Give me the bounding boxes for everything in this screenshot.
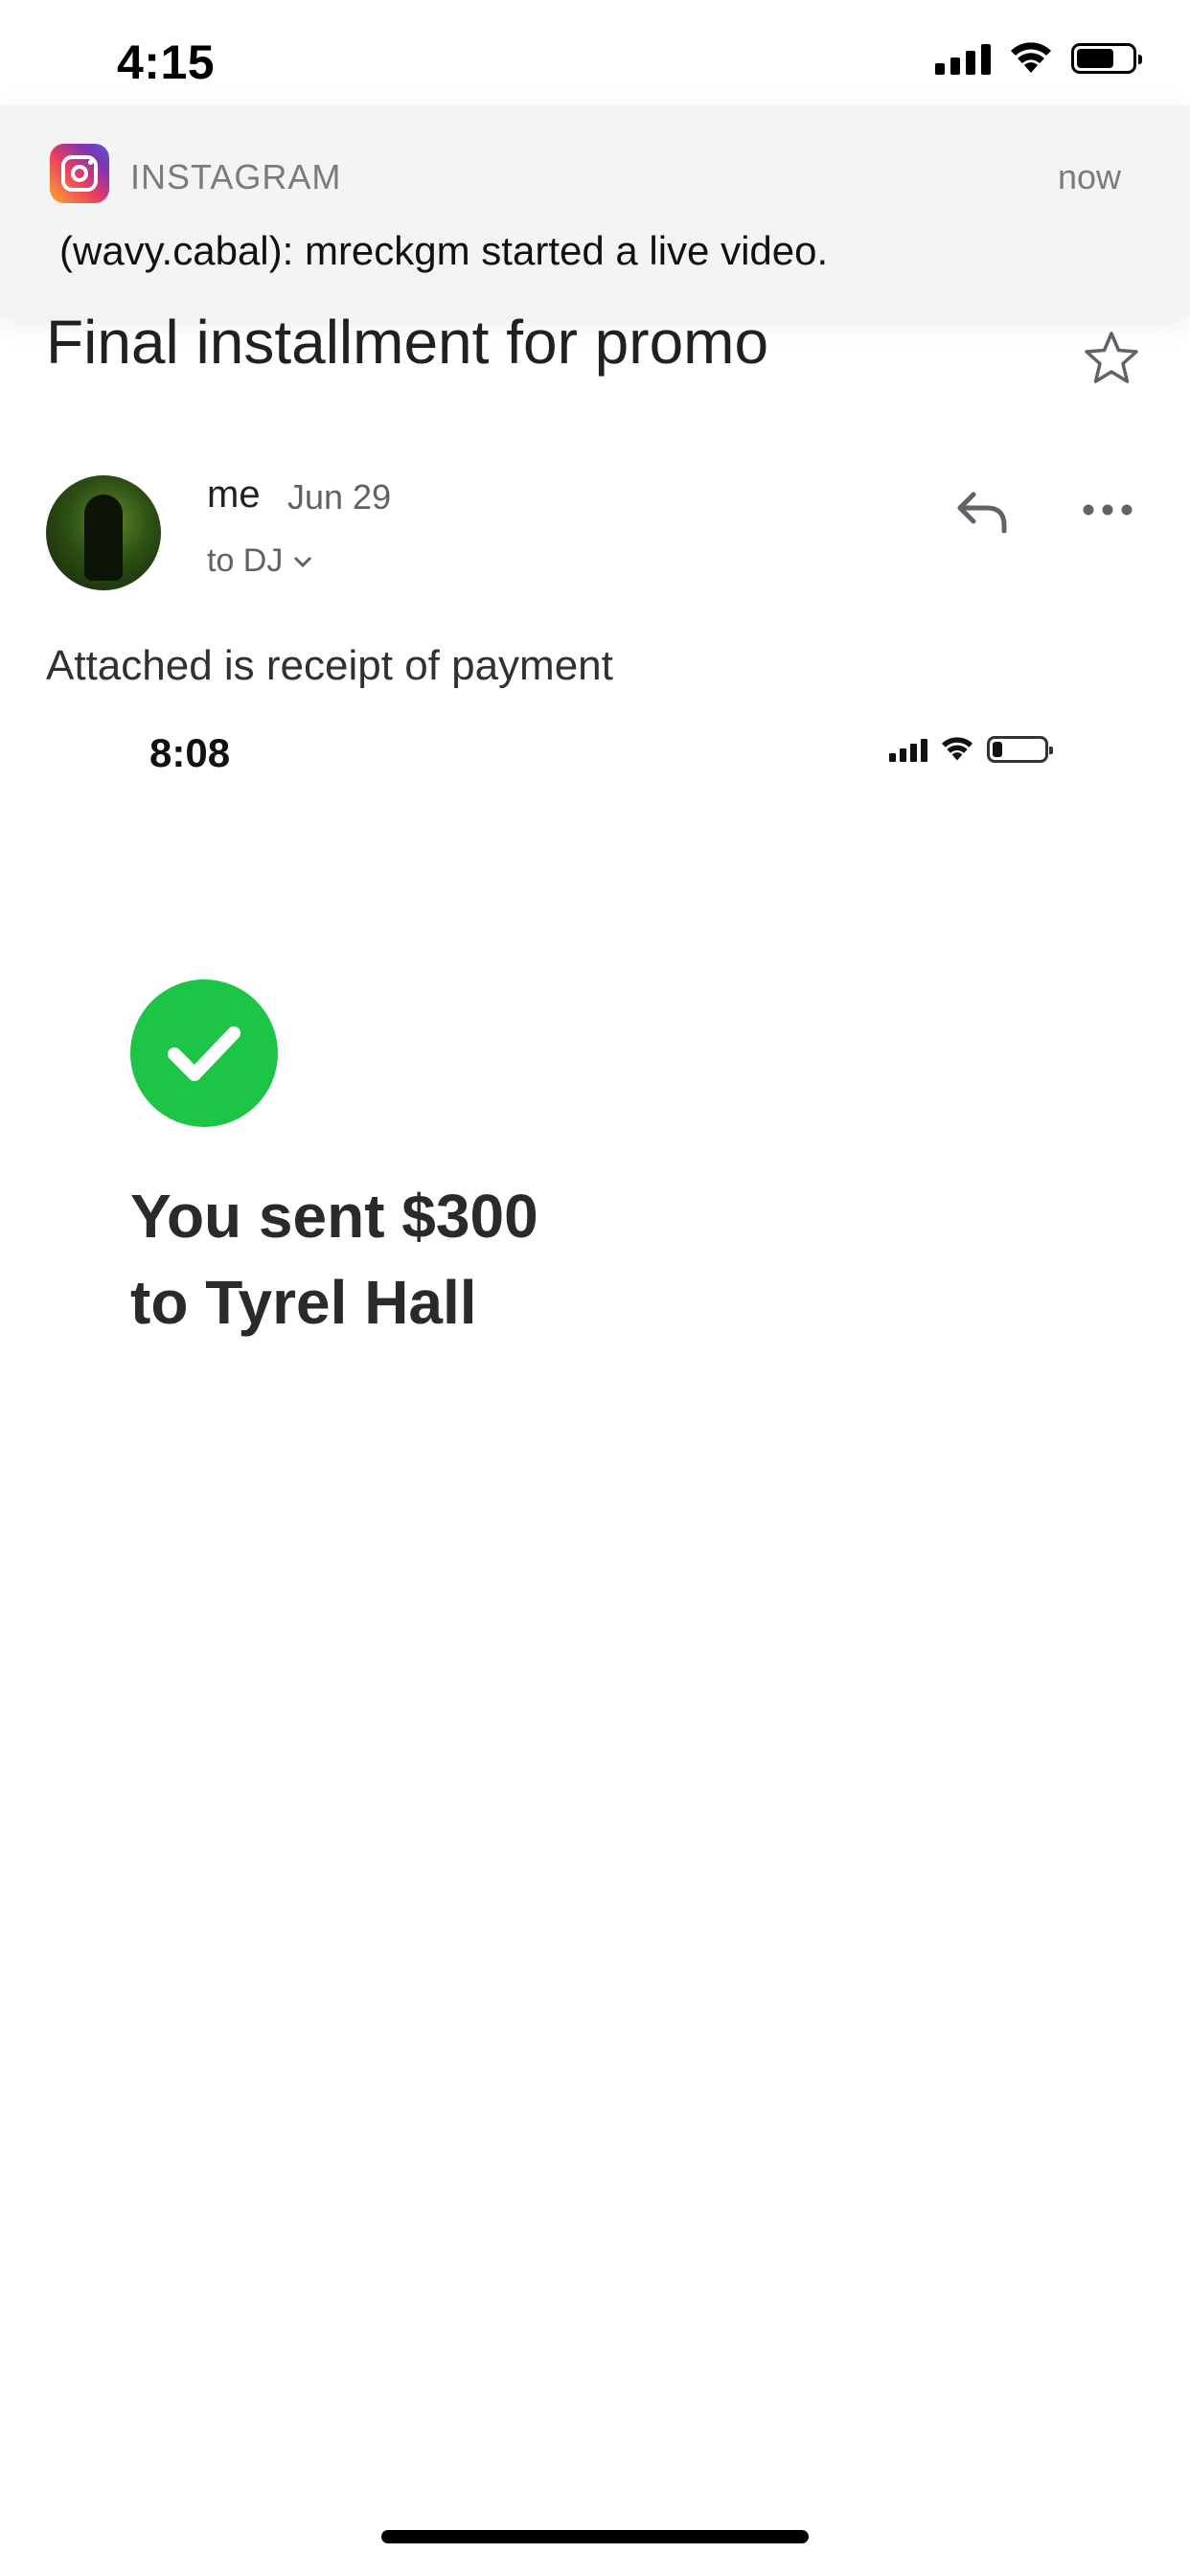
payment-confirmation: You sent $300 to Tyrel Hall [130,1173,538,1346]
wifi-icon [941,737,973,761]
notification-app-name: INSTAGRAM [130,157,342,196]
reply-icon[interactable] [952,483,1010,540]
more-icon[interactable] [1079,489,1136,531]
status-time: 4:15 [117,35,216,89]
email-date: Jun 29 [287,477,392,517]
recipient-toggle[interactable]: to DJ [207,542,313,580]
avatar[interactable] [46,475,161,590]
home-indicator[interactable] [381,2530,809,2543]
signal-icon [935,42,991,75]
recipient-label: to DJ [207,542,284,579]
attachment-status-icons [889,736,1053,763]
notification-message: (wavy.cabal): mreckgm started a live vid… [59,228,829,273]
notification-time: now [1057,157,1121,196]
email-subject: Final installment for promo [46,308,769,377]
wifi-icon [1011,42,1051,73]
star-icon[interactable] [1081,328,1142,389]
check-icon [130,979,278,1127]
attachment-status-time: 8:08 [149,730,231,775]
email-body: Attached is receipt of payment [46,642,613,689]
payment-recipient-line: to Tyrel Hall [130,1268,477,1337]
battery-icon [987,736,1053,763]
chevron-down-icon [294,556,312,567]
instagram-icon [50,144,109,203]
receipt-attachment[interactable]: 8:08 You sent $300 to Tyrel Hall [46,709,1144,1438]
sender-name: me [207,473,261,516]
battery-icon [1071,43,1142,74]
payment-amount-line: You sent $300 [130,1182,538,1251]
notification-banner[interactable]: INSTAGRAM now (wavy.cabal): mreckgm star… [0,105,1190,316]
status-icons [935,42,1142,75]
signal-icon [889,737,927,762]
status-bar: 4:15 [0,0,1190,115]
